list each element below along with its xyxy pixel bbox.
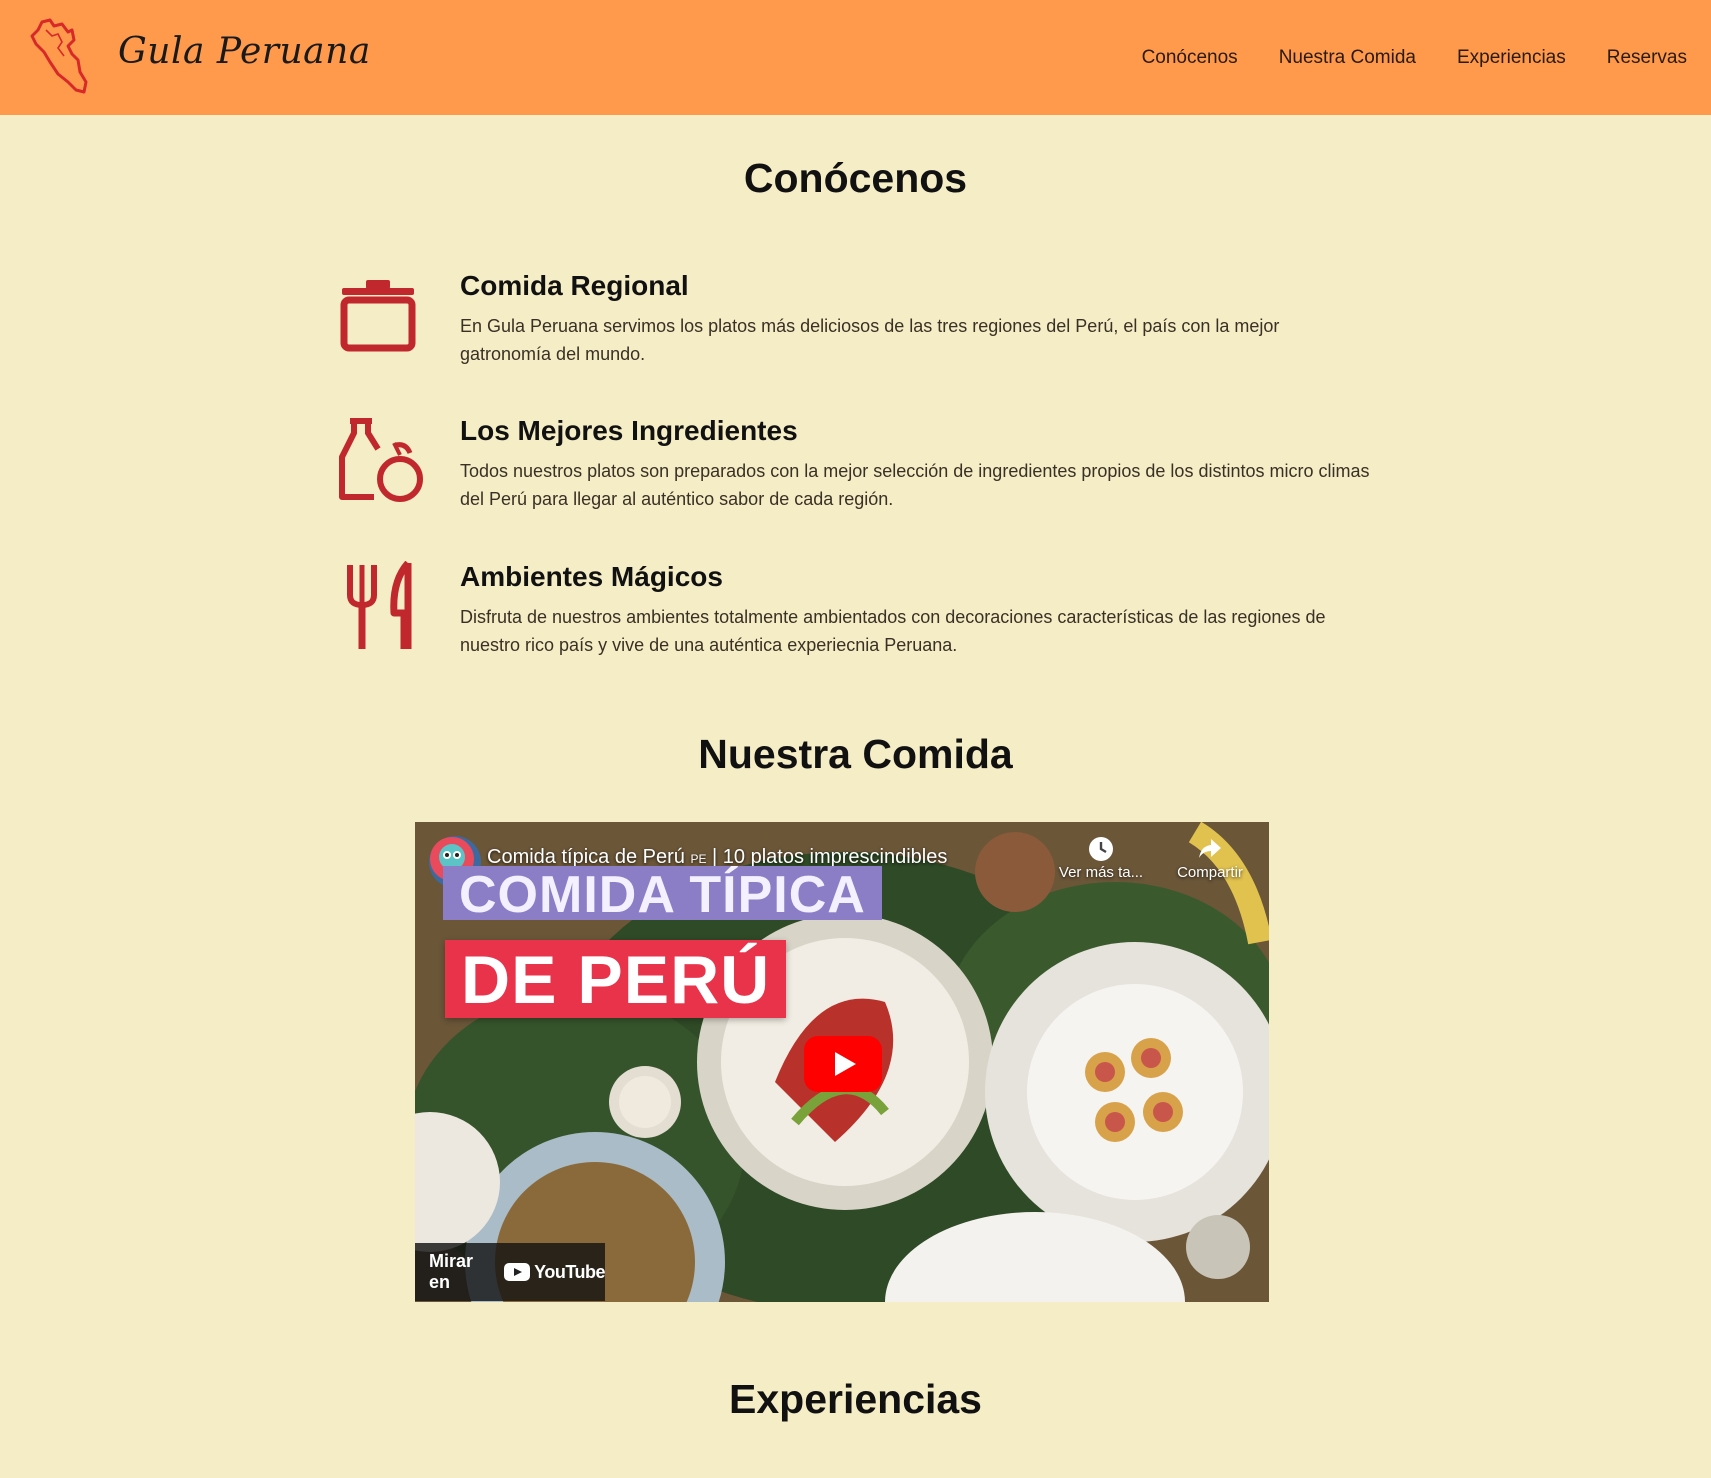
section-title-nuestra-comida: Nuestra Comida [698, 731, 1013, 777]
watch-on-label: Mirar en [429, 1251, 474, 1292]
nav-link-conocenos[interactable]: Conócenos [1142, 46, 1238, 70]
main-nav: Conócenos Nuestra Comida Experiencias Re… [1142, 46, 1687, 70]
feature-text: En Gula Peruana servimos los platos más … [460, 316, 1280, 364]
nav-link-nuestra-comida[interactable]: Nuestra Comida [1279, 46, 1416, 70]
youtube-play-icon [504, 1263, 531, 1281]
site-header: Gula Peruana Conócenos Nuestra Comida Ex… [0, 0, 1711, 115]
video-title-rest: | 10 platos imprescindibles [706, 846, 948, 868]
share-button[interactable]: Compartir [1165, 836, 1255, 881]
watch-later-button[interactable]: Ver más ta... [1051, 836, 1151, 881]
feature-text: Todos nuestros platos son preparados con… [460, 461, 1370, 509]
section-title-experiencias: Experiencias [729, 1376, 982, 1422]
brand-name[interactable]: Gula Peruana [118, 31, 371, 72]
thumbnail-banner-line1: COMIDA TÍPICA [443, 866, 882, 924]
feature-text: Disfruta de nuestros ambientes totalment… [460, 607, 1326, 655]
peru-map-icon [30, 18, 88, 94]
youtube-video-embed[interactable]: Comida típica de Perú PE | 10 platos imp… [415, 822, 1269, 1302]
feature-title: Los Mejores Ingredientes [460, 415, 798, 446]
share-label: Compartir [1177, 864, 1243, 881]
fork-knife-icon [347, 561, 412, 649]
pot-icon [340, 280, 416, 352]
clock-icon [1089, 837, 1113, 861]
youtube-logo: YouTube [504, 1262, 605, 1283]
logo[interactable] [28, 12, 90, 102]
nav-link-reservas[interactable]: Reservas [1607, 46, 1687, 70]
thumbnail-banner-line2: DE PERÚ [445, 940, 787, 1018]
video-title-flag: PE [690, 852, 707, 866]
feature-title: Ambientes Mágicos [460, 561, 723, 592]
play-button-icon[interactable] [804, 1036, 882, 1092]
watch-later-label: Ver más ta... [1058, 864, 1144, 881]
watch-on-youtube-link[interactable]: Mirar en YouTube [415, 1243, 605, 1301]
share-arrow-icon [1199, 839, 1221, 858]
video-title-main: Comida típica de Perú [487, 846, 685, 868]
section-title-conocenos: Conócenos [743, 155, 968, 201]
feature-title: Comida Regional [460, 270, 689, 301]
youtube-wordmark: YouTube [534, 1261, 605, 1282]
bottle-apple-icon [339, 418, 423, 502]
nav-link-experiencias[interactable]: Experiencias [1457, 46, 1566, 70]
